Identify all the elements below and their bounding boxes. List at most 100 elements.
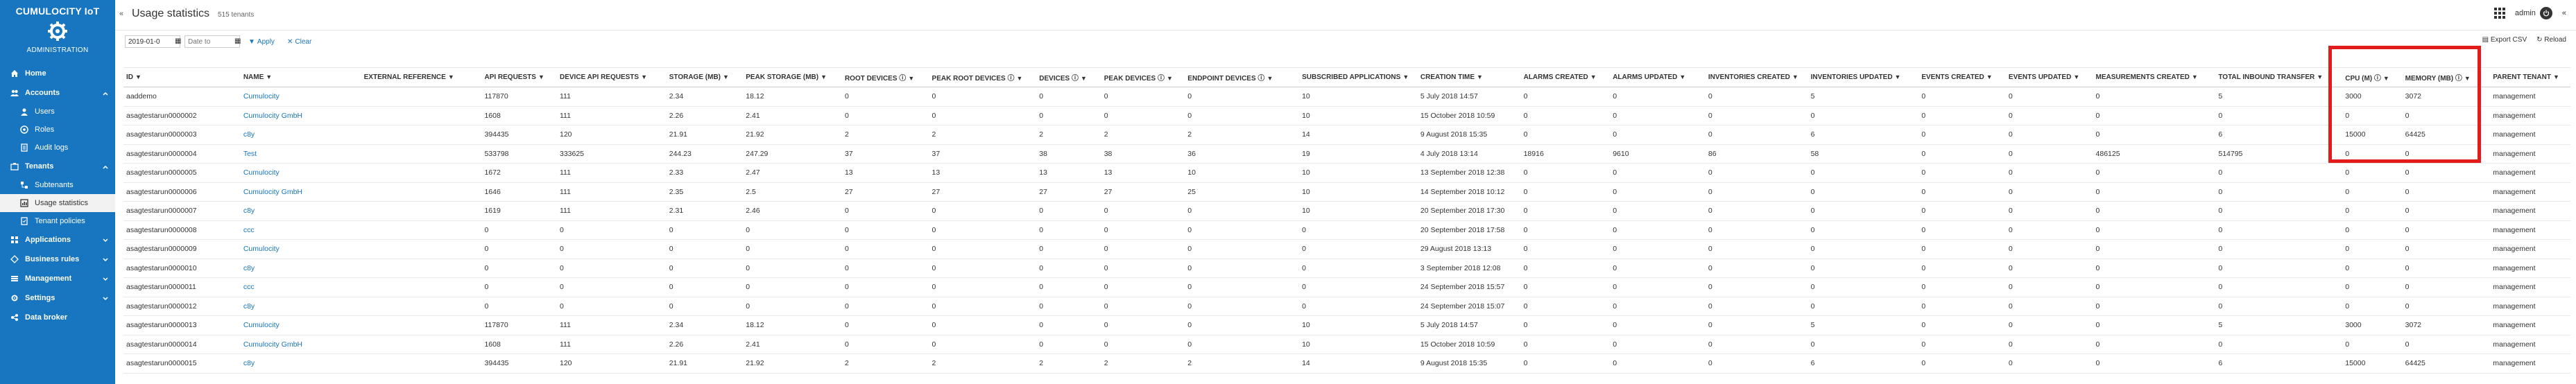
- filter-icon[interactable]: ▼: [1167, 75, 1173, 82]
- table-cell[interactable]: c8y: [240, 259, 361, 278]
- sidebar-item-audit-logs[interactable]: Audit logs: [0, 139, 115, 157]
- table-cell: 0: [1185, 201, 1300, 221]
- table-cell[interactable]: ccc: [240, 277, 361, 297]
- sidebar-item-management[interactable]: Management: [0, 269, 115, 288]
- calendar-icon[interactable]: ▦: [234, 37, 241, 45]
- sidebar-item-roles[interactable]: Roles: [0, 121, 115, 139]
- export-csv-button[interactable]: ▤ Export CSV: [2482, 36, 2527, 44]
- sidebar-item-home[interactable]: Home: [0, 64, 115, 83]
- column-header[interactable]: STORAGE (MB) ▼: [666, 67, 744, 87]
- filter-icon[interactable]: ▼: [723, 73, 729, 80]
- table-cell: 0: [2005, 259, 2093, 278]
- column-header[interactable]: CREATION TIME ▼: [1417, 67, 1521, 87]
- filter-icon[interactable]: ▼: [1792, 73, 1798, 80]
- filter-icon[interactable]: ▼: [1402, 73, 1409, 80]
- sidebar-item-subtenants[interactable]: Subtenants: [0, 176, 115, 194]
- filter-icon[interactable]: ▼: [266, 73, 272, 80]
- column-header[interactable]: MEASUREMENTS CREATED ▼: [2093, 67, 2216, 87]
- sidebar-item-settings[interactable]: Settings: [0, 288, 115, 308]
- table-cell: 0: [2005, 87, 2093, 107]
- clear-button[interactable]: ✕ Clear: [287, 38, 311, 46]
- column-header[interactable]: ENDPOINT DEVICES ⓘ ▼: [1185, 67, 1300, 87]
- date-to-input[interactable]: [184, 35, 240, 48]
- filter-icon[interactable]: ▼: [2073, 73, 2079, 80]
- filter-icon[interactable]: ▼: [2317, 73, 2323, 80]
- column-header[interactable]: PARENT TENANT ▼: [2490, 67, 2570, 87]
- sidebar-item-tenants[interactable]: Tenants: [0, 157, 115, 176]
- column-header[interactable]: MEMORY (MB) ⓘ ▼: [2402, 67, 2491, 87]
- column-header[interactable]: EVENTS UPDATED ▼: [2005, 67, 2093, 87]
- table-cell: 111: [556, 315, 667, 335]
- collapse-right-icon[interactable]: «: [2562, 9, 2566, 17]
- column-header[interactable]: CPU (M) ⓘ ▼: [2342, 67, 2403, 87]
- sidebar-item-data-broker[interactable]: Data broker: [0, 308, 115, 327]
- calendar-icon[interactable]: ▦: [175, 37, 181, 45]
- column-header[interactable]: API REQUESTS ▼: [481, 67, 557, 87]
- apply-button[interactable]: ▼ Apply: [248, 38, 275, 46]
- table-cell: management: [2490, 239, 2570, 259]
- table-row: asagtestarun0000005 Cumulocity 1672 111 2.33…: [123, 163, 2570, 183]
- filter-icon[interactable]: ▼: [2192, 73, 2198, 80]
- user-menu[interactable]: admin: [2515, 7, 2552, 19]
- table-cell[interactable]: c8y: [240, 354, 361, 374]
- reload-button[interactable]: ↻ Reload: [2536, 36, 2566, 44]
- table-cell[interactable]: c8y: [240, 201, 361, 221]
- column-header[interactable]: NAME ▼: [240, 67, 361, 87]
- filter-icon[interactable]: ▼: [1016, 75, 1022, 82]
- filter-icon[interactable]: ▼: [2553, 73, 2559, 80]
- column-header[interactable]: PEAK DEVICES ⓘ ▼: [1101, 67, 1185, 87]
- table-cell[interactable]: Test: [240, 144, 361, 164]
- sidebar-item-business-rules[interactable]: Business rules: [0, 250, 115, 269]
- column-header[interactable]: INVENTORIES UPDATED ▼: [1808, 67, 1919, 87]
- filter-icon[interactable]: ▼: [1679, 73, 1685, 80]
- column-header[interactable]: DEVICES ⓘ ▼: [1036, 67, 1101, 87]
- table-cell[interactable]: Cumulocity GmbH: [240, 106, 361, 125]
- sidebar-item-usage-statistics[interactable]: Usage statistics: [0, 194, 115, 212]
- filter-icon[interactable]: ▼: [821, 73, 827, 80]
- table-cell[interactable]: Cumulocity GmbH: [240, 335, 361, 354]
- filter-icon[interactable]: ▼: [448, 73, 454, 80]
- table-cell[interactable]: Cumulocity: [240, 163, 361, 183]
- column-header[interactable]: DEVICE API REQUESTS ▼: [556, 67, 667, 87]
- table-cell[interactable]: Cumulocity: [240, 87, 361, 107]
- date-from-input[interactable]: [125, 35, 180, 48]
- filter-icon[interactable]: ▼: [1986, 73, 1993, 80]
- filter-icon[interactable]: ▼: [1477, 73, 1483, 80]
- filter-icon[interactable]: ▼: [641, 73, 647, 80]
- column-header[interactable]: TOTAL INBOUND TRANSFER ▼: [2215, 67, 2343, 87]
- collapse-sidebar-button[interactable]: «: [119, 10, 123, 18]
- filter-icon[interactable]: ▼: [908, 75, 914, 82]
- column-header[interactable]: SUBSCRIBED APPLICATIONS ▼: [1299, 67, 1418, 87]
- column-header[interactable]: ROOT DEVICES ⓘ ▼: [841, 67, 929, 87]
- header-actions: admin «: [2493, 7, 2566, 19]
- column-header[interactable]: EXTERNAL REFERENCE ▼: [361, 67, 482, 87]
- sidebar-item-accounts[interactable]: Accounts: [0, 83, 115, 103]
- app-switcher-icon[interactable]: [2493, 8, 2505, 19]
- filter-icon[interactable]: ▼: [2464, 75, 2471, 82]
- column-header[interactable]: ALARMS CREATED ▼: [1520, 67, 1611, 87]
- table-cell: asagtestarun0000006: [123, 182, 241, 202]
- filter-icon[interactable]: ▼: [538, 73, 544, 80]
- filter-icon[interactable]: ▼: [2383, 75, 2389, 82]
- filter-icon[interactable]: ▼: [1081, 75, 1087, 82]
- filter-icon[interactable]: ▼: [1590, 73, 1597, 80]
- sidebar-item-users[interactable]: Users: [0, 103, 115, 121]
- sidebar-item-applications[interactable]: Applications: [0, 230, 115, 250]
- table-cell[interactable]: Cumulocity: [240, 239, 361, 259]
- column-header[interactable]: ALARMS UPDATED ▼: [1610, 67, 1706, 87]
- filter-icon[interactable]: ▼: [1895, 73, 1901, 80]
- table-cell[interactable]: Cumulocity: [240, 315, 361, 335]
- filter-icon[interactable]: ▼: [1266, 75, 1273, 82]
- table-cell[interactable]: Cumulocity GmbH: [240, 182, 361, 202]
- sidebar-item-tenant-policies[interactable]: Tenant policies: [0, 212, 115, 230]
- column-header[interactable]: INVENTORIES CREATED ▼: [1705, 67, 1808, 87]
- table-cell[interactable]: c8y: [240, 297, 361, 316]
- column-header[interactable]: EVENTS CREATED ▼: [1918, 67, 2006, 87]
- filter-icon[interactable]: ▼: [135, 73, 141, 80]
- table-cell[interactable]: c8y: [240, 125, 361, 145]
- column-header[interactable]: PEAK STORAGE (MB) ▼: [743, 67, 842, 87]
- table-cell: 9 August 2018 15:35: [1417, 354, 1521, 374]
- column-header[interactable]: PEAK ROOT DEVICES ⓘ ▼: [929, 67, 1037, 87]
- column-header[interactable]: ID ▼: [123, 67, 241, 87]
- table-cell[interactable]: ccc: [240, 220, 361, 240]
